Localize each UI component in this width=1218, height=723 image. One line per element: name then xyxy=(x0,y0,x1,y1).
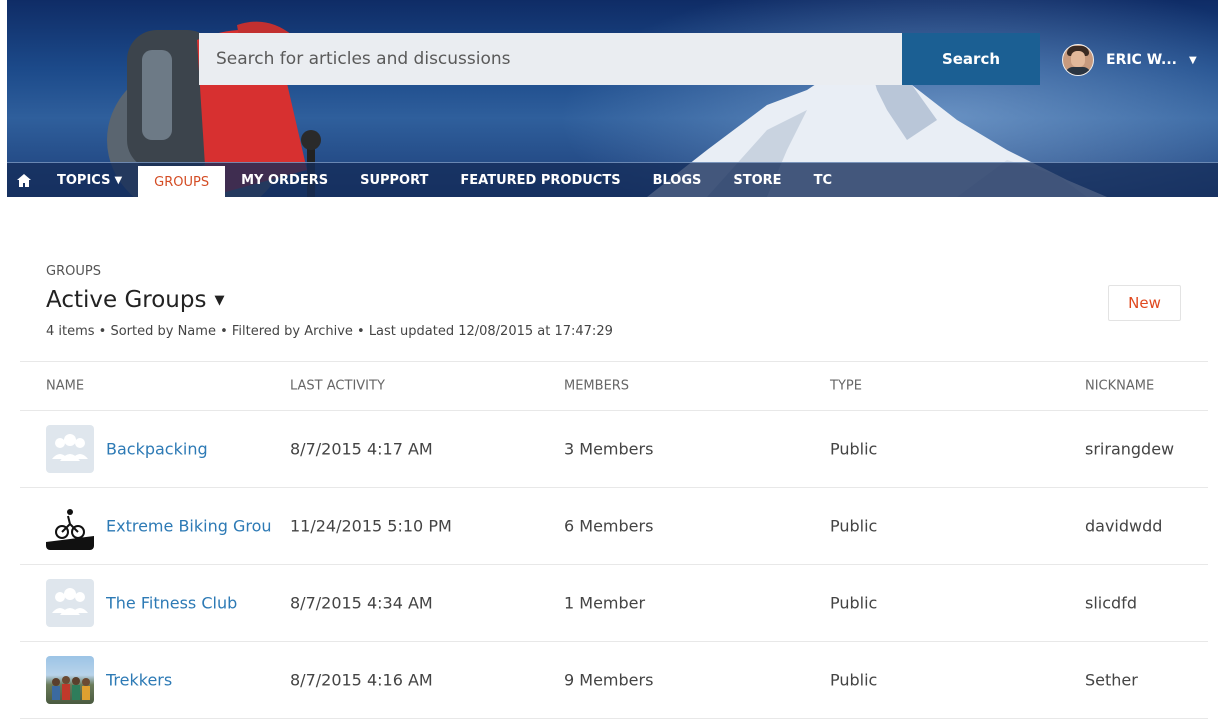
members-cell: 1 Member xyxy=(564,593,646,613)
table-row: Extreme Biking Grou 11/24/2015 5:10 PM 6… xyxy=(20,488,1208,565)
nickname-cell: slicdfd xyxy=(1085,593,1137,613)
home-icon xyxy=(17,174,31,187)
avatar xyxy=(1062,44,1094,76)
nickname-cell: davidwdd xyxy=(1085,516,1163,536)
column-header-members[interactable]: MEMBERS xyxy=(564,379,629,394)
nickname-cell: srirangdew xyxy=(1085,439,1175,459)
group-default-icon xyxy=(46,579,94,627)
nav-blogs[interactable]: BLOGS xyxy=(637,163,718,197)
last-activity-cell: 11/24/2015 5:10 PM xyxy=(290,516,452,536)
nav-home[interactable] xyxy=(7,163,41,197)
group-name-link[interactable]: Trekkers xyxy=(106,671,288,690)
user-name: ERIC W... xyxy=(1106,52,1177,68)
breadcrumb: GROUPS xyxy=(46,264,101,279)
group-name-link[interactable]: Extreme Biking Grou xyxy=(106,517,288,536)
biking-group-icon xyxy=(46,502,94,550)
caret-down-icon: ▼ xyxy=(114,175,123,186)
nav-groups[interactable]: GROUPS xyxy=(138,166,226,197)
type-cell: Public xyxy=(830,593,878,613)
main-nav: TOPICS ▼ GROUPS MY ORDERS SUPPORT FEATUR… xyxy=(7,162,1218,197)
last-activity-cell: 8/7/2015 4:34 AM xyxy=(290,593,433,613)
table-header: NAME LAST ACTIVITY MEMBERS TYPE NICKNAME xyxy=(20,361,1208,411)
members-cell: 3 Members xyxy=(564,439,654,459)
group-name-link[interactable]: Backpacking xyxy=(106,440,288,459)
search-button[interactable]: Search xyxy=(902,33,1040,85)
group-default-icon xyxy=(46,425,94,473)
members-cell: 9 Members xyxy=(564,670,654,690)
nickname-cell: Sether xyxy=(1085,670,1138,690)
search-input[interactable] xyxy=(199,33,902,85)
last-activity-cell: 8/7/2015 4:16 AM xyxy=(290,670,433,690)
type-cell: Public xyxy=(830,516,878,536)
nav-featured-products[interactable]: FEATURED PRODUCTS xyxy=(444,163,636,197)
nav-topics-label: TOPICS xyxy=(57,173,111,188)
column-header-nickname[interactable]: NICKNAME xyxy=(1085,379,1154,394)
members-cell: 6 Members xyxy=(564,516,654,536)
column-header-name[interactable]: NAME xyxy=(46,379,84,394)
page-title: Active Groups ▼ xyxy=(46,287,224,313)
last-activity-cell: 8/7/2015 4:17 AM xyxy=(290,439,433,459)
column-header-last-activity[interactable]: LAST ACTIVITY xyxy=(290,379,385,394)
nav-my-orders[interactable]: MY ORDERS xyxy=(225,163,344,197)
nav-topics[interactable]: TOPICS ▼ xyxy=(41,163,138,197)
groups-table: NAME LAST ACTIVITY MEMBERS TYPE NICKNAME… xyxy=(20,361,1208,719)
new-button[interactable]: New xyxy=(1108,285,1181,321)
group-photo-icon xyxy=(46,656,94,704)
table-row: The Fitness Club 8/7/2015 4:34 AM 1 Memb… xyxy=(20,565,1208,642)
group-name-link[interactable]: The Fitness Club xyxy=(106,594,288,613)
list-view-dropdown-icon[interactable]: ▼ xyxy=(214,293,224,308)
table-row: Backpacking 8/7/2015 4:17 AM 3 Members P… xyxy=(20,411,1208,488)
nav-tc[interactable]: TC xyxy=(798,163,848,197)
type-cell: Public xyxy=(830,439,878,459)
header-banner: Search ERIC W... ▼ TOPICS ▼ GROUPS MY OR… xyxy=(7,0,1218,197)
nav-support[interactable]: SUPPORT xyxy=(344,163,444,197)
nav-store[interactable]: STORE xyxy=(717,163,797,197)
column-header-type[interactable]: TYPE xyxy=(830,379,862,394)
table-row: Trekkers 8/7/2015 4:16 AM 9 Members Publ… xyxy=(20,642,1208,719)
caret-down-icon: ▼ xyxy=(1188,54,1197,66)
list-meta: 4 items • Sorted by Name • Filtered by A… xyxy=(46,324,613,339)
page-title-text: Active Groups xyxy=(46,287,207,313)
type-cell: Public xyxy=(830,670,878,690)
user-menu[interactable]: ERIC W... ▼ xyxy=(1062,44,1197,76)
